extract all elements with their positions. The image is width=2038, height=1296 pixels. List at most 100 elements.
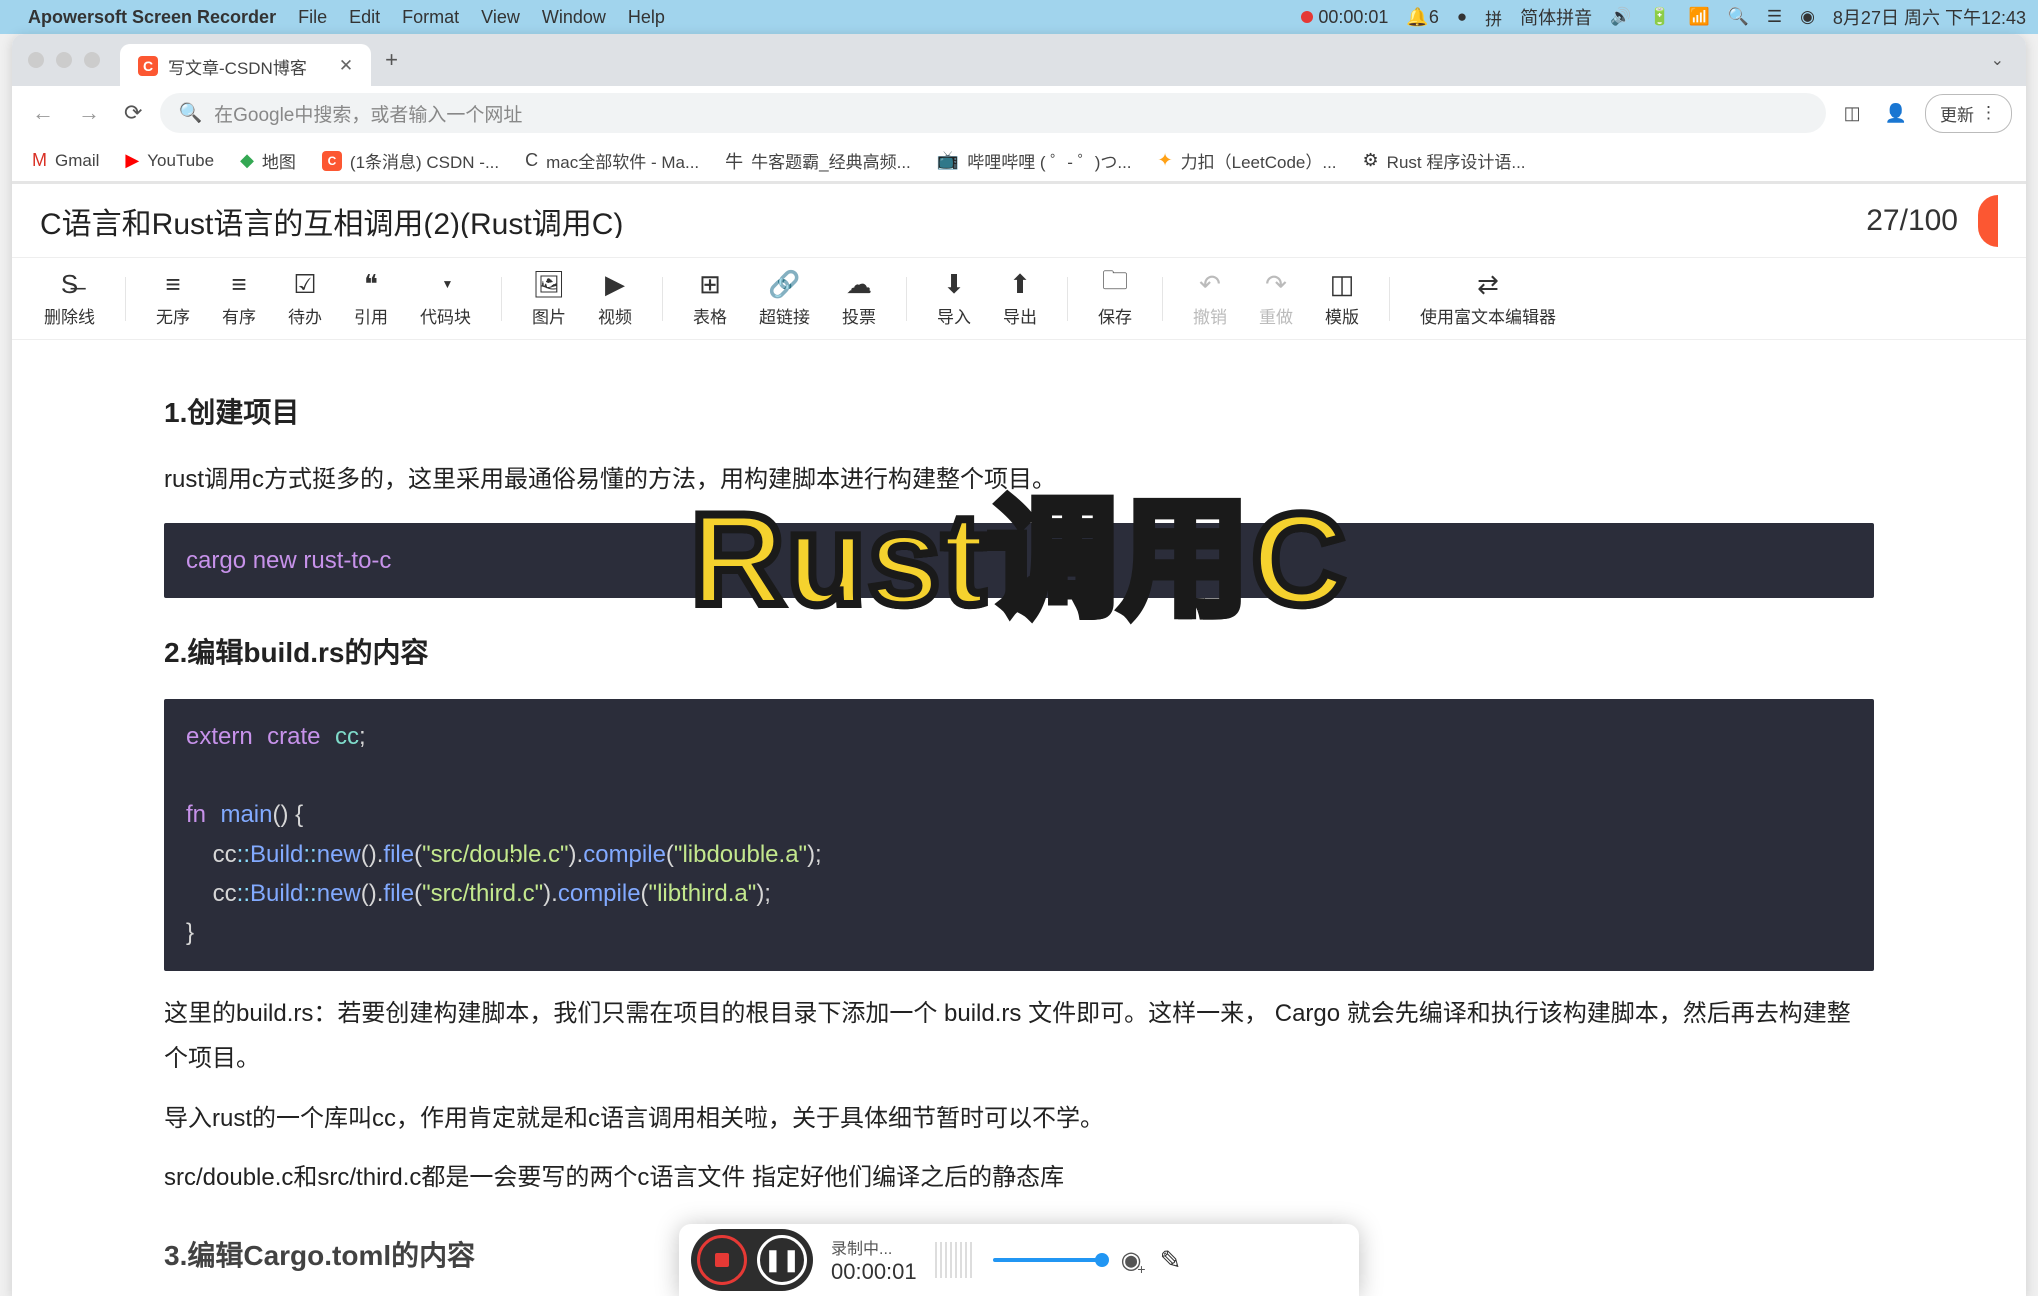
input-method-icon[interactable]: 拼 bbox=[1485, 5, 1502, 30]
browser-tab[interactable]: C 写文章-CSDN博客 ✕ bbox=[120, 44, 371, 89]
menu-format[interactable]: Format bbox=[402, 7, 459, 28]
toolbar-icon: ↶ bbox=[1199, 269, 1221, 299]
notifications-icon[interactable]: 🔔6 bbox=[1406, 7, 1438, 28]
toolbar-label: 图片 bbox=[532, 303, 566, 328]
toolbar-icon: ❝ bbox=[364, 269, 378, 299]
toolbar-有序[interactable]: ≡有序 bbox=[210, 265, 268, 332]
menu-edit[interactable]: Edit bbox=[349, 7, 380, 28]
battery-icon[interactable]: 🔋 bbox=[1649, 7, 1670, 27]
toolbar-模版[interactable]: ◫模版 bbox=[1313, 265, 1371, 332]
bookmarks-bar: MGmail▶YouTube◆地图C(1条消息) CSDN -...Cmac全部… bbox=[12, 140, 2026, 182]
toolbar-label: 模版 bbox=[1325, 303, 1359, 328]
app-name[interactable]: Apowersoft Screen Recorder bbox=[28, 7, 276, 28]
tab-list-chevron-icon[interactable]: ⌄ bbox=[1991, 50, 2004, 70]
toolbar-label: 有序 bbox=[222, 303, 256, 328]
editor-content[interactable]: 1.创建项目 rust调用c方式挺多的，这里采用最通俗易懂的方法，用构建脚本进行… bbox=[12, 340, 2026, 1296]
bookmark-item[interactable]: MGmail bbox=[32, 150, 99, 171]
back-button[interactable]: ← bbox=[26, 94, 60, 132]
paragraph: 导入rust的一个库叫cc，作用肯定就是和c语言调用相关啦，关于具体细节暂时可以… bbox=[164, 1096, 1874, 1142]
toolbar-icon: ⬆ bbox=[1009, 269, 1031, 299]
paragraph: 这里的build.rs：若要创建构建脚本，我们只需在项目的根目录下添加一个 bu… bbox=[164, 991, 1874, 1082]
toolbar-icon: ↷ bbox=[1265, 269, 1287, 299]
toolbar-icon: 🗀 bbox=[1102, 269, 1128, 299]
toolbar-视频[interactable]: ▶视频 bbox=[586, 265, 644, 332]
toolbar-使用富文本编辑器[interactable]: ⇄ 使用富文本编辑器 bbox=[1408, 265, 1568, 332]
webcam-button[interactable]: ◉+ bbox=[1121, 1246, 1142, 1275]
annotate-button[interactable]: ✎ bbox=[1160, 1245, 1182, 1276]
toolbar-重做: ↷重做 bbox=[1247, 265, 1305, 332]
editor-header: 27/100 bbox=[12, 182, 2026, 258]
bookmark-item[interactable]: 牛牛客题霸_经典高频... bbox=[725, 148, 911, 174]
tab-favicon-icon: C bbox=[138, 56, 158, 76]
new-tab-button[interactable]: + bbox=[385, 47, 398, 73]
bookmark-item[interactable]: ✦力扣（LeetCode）... bbox=[1158, 148, 1337, 173]
bookmark-icon: ◆ bbox=[240, 150, 254, 171]
bookmark-item[interactable]: Cmac全部软件 - Ma... bbox=[525, 148, 699, 173]
address-bar[interactable]: 🔍 在Google中搜索，或者输入一个网址 bbox=[160, 93, 1825, 133]
recording-panel: ❚❚ 录制中... 00:00:01 ◉+ ✎ bbox=[679, 1224, 1359, 1296]
toolbar-投票[interactable]: ☁投票 bbox=[830, 265, 888, 332]
bookmark-item[interactable]: ▶YouTube bbox=[125, 150, 214, 171]
volume-slider[interactable] bbox=[993, 1258, 1103, 1262]
toolbar-待办[interactable]: ☑ 待办 bbox=[276, 265, 334, 332]
toolbar-无序[interactable]: ≡无序 bbox=[144, 265, 202, 332]
bookmark-item[interactable]: ⚙Rust 程序设计语... bbox=[1363, 148, 1526, 173]
bookmark-label: 哔哩哔哩 ( ゜- ゜)つ... bbox=[967, 148, 1131, 173]
pause-record-button[interactable]: ❚❚ bbox=[757, 1235, 807, 1285]
toolbar-label: 待办 bbox=[288, 303, 322, 328]
toolbar-label: 导出 bbox=[1003, 303, 1037, 328]
menu-file[interactable]: File bbox=[298, 7, 327, 28]
toolbar-导入[interactable]: ⬇导入 bbox=[925, 265, 983, 332]
window-controls[interactable] bbox=[28, 52, 100, 68]
forward-button[interactable]: → bbox=[72, 94, 106, 132]
bookmark-icon: 牛 bbox=[725, 148, 743, 174]
input-method-label[interactable]: 简体拼音 bbox=[1520, 4, 1592, 30]
clock[interactable]: 8月27日 周六 下午12:43 bbox=[1833, 4, 2026, 30]
toolbar-label: 导入 bbox=[937, 303, 971, 328]
update-button[interactable]: 更新 ⋮ bbox=[1925, 94, 2012, 133]
bookmark-label: 牛客题霸_经典高频... bbox=[751, 148, 911, 173]
toolbar-label: 保存 bbox=[1098, 303, 1132, 328]
toolbar-保存[interactable]: 🗀 保存 bbox=[1086, 265, 1144, 332]
video-overlay-title: Rust调用C bbox=[691, 436, 1348, 683]
menubar-dot-icon[interactable]: ● bbox=[1457, 7, 1467, 27]
reload-button[interactable]: ⟳ bbox=[118, 94, 148, 132]
toolbar-icon: ☑ bbox=[293, 269, 316, 299]
recording-status: 录制中... bbox=[831, 1235, 917, 1259]
toolbar-label: 引用 bbox=[354, 303, 388, 328]
toolbar-icon: ≡ bbox=[165, 269, 180, 299]
toolbar-icon: 🖼 bbox=[532, 269, 565, 299]
bookmark-label: (1条消息) CSDN -... bbox=[350, 148, 499, 173]
toolbar-表格[interactable]: ⊞表格 bbox=[681, 265, 739, 332]
toolbar-代码块[interactable]: ▼代码块 bbox=[408, 265, 483, 332]
toolbar-icon: S̶ bbox=[61, 269, 78, 299]
bookmark-item[interactable]: ◆地图 bbox=[240, 148, 296, 173]
stop-record-button[interactable] bbox=[697, 1235, 747, 1285]
bookmark-item[interactable]: 📺哔哩哔哩 ( ゜- ゜)つ... bbox=[937, 148, 1132, 173]
toolbar-删除线[interactable]: S̶删除线 bbox=[32, 265, 107, 332]
toolbar-导出[interactable]: ⬆ 导出 bbox=[991, 265, 1049, 332]
close-tab-icon[interactable]: ✕ bbox=[339, 56, 353, 76]
toolbar-icon: ⇄ bbox=[1477, 269, 1499, 299]
menu-help[interactable]: Help bbox=[628, 7, 665, 28]
browser-window: C 写文章-CSDN博客 ✕ + ⌄ ← → ⟳ 🔍 在Google中搜索，或者… bbox=[12, 34, 2026, 1296]
profile-icon[interactable]: 👤 bbox=[1879, 97, 1913, 130]
wifi-icon[interactable]: 📶 bbox=[1688, 7, 1709, 27]
side-panel-icon[interactable]: ◫ bbox=[1838, 97, 1867, 130]
toolbar-图片[interactable]: 🖼 图片 bbox=[520, 265, 578, 332]
volume-icon[interactable]: 🔊 bbox=[1610, 7, 1631, 27]
siri-icon[interactable]: ◉ bbox=[1800, 7, 1815, 27]
toolbar-超链接[interactable]: 🔗超链接 bbox=[747, 265, 822, 332]
toolbar-label: 使用富文本编辑器 bbox=[1420, 303, 1556, 328]
bookmark-icon: C bbox=[525, 150, 538, 171]
menu-view[interactable]: View bbox=[481, 7, 520, 28]
publish-button[interactable] bbox=[1978, 195, 1998, 247]
control-center-icon[interactable]: ☰ bbox=[1767, 7, 1782, 27]
article-title-input[interactable] bbox=[40, 204, 1866, 238]
recorder-status[interactable]: 00:00:01 bbox=[1301, 7, 1388, 28]
bookmark-icon: ⚙ bbox=[1363, 150, 1379, 171]
toolbar-引用[interactable]: ❝ 引用 bbox=[342, 265, 400, 332]
bookmark-item[interactable]: C(1条消息) CSDN -... bbox=[322, 148, 499, 173]
menu-window[interactable]: Window bbox=[542, 7, 606, 28]
spotlight-icon[interactable]: 🔍 bbox=[1728, 7, 1749, 27]
